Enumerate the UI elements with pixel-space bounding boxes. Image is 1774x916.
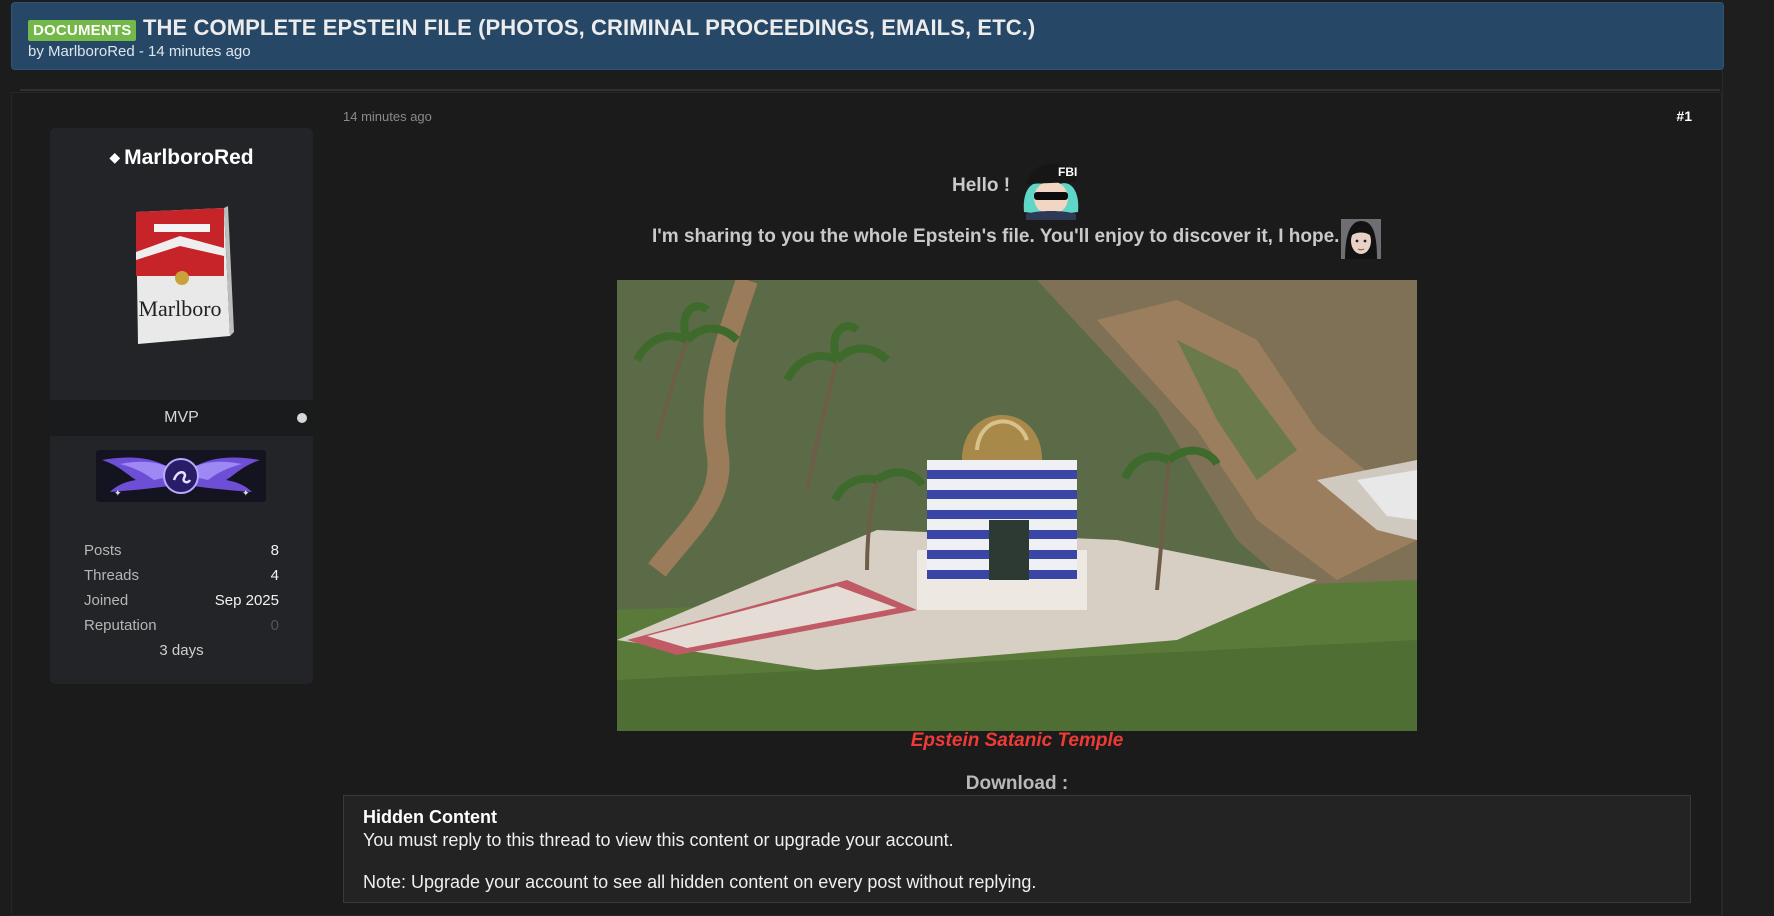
page-side-strip [1722, 0, 1774, 916]
stat-row-posts: Posts 8 [84, 538, 279, 563]
hidden-content-title: Hidden Content [363, 807, 497, 827]
thread-header: DOCUMENTS THE COMPLETE EPSTEIN FILE (PHO… [11, 2, 1724, 70]
photo-caption: Epstein Satanic Temple [910, 730, 1124, 751]
user-stats-list: Posts 8 Threads 4 Joined Sep 2025 Reputa… [84, 538, 279, 663]
rank-emblem: ✦ ✦ [96, 450, 266, 502]
post-timestamp[interactable]: 14 minutes ago [343, 109, 432, 124]
stat-value: 4 [270, 567, 279, 584]
stat-label: Joined [84, 592, 129, 609]
svg-text:✦: ✦ [114, 489, 122, 499]
hidden-content-box: Hidden Content You must reply to this th… [343, 795, 1691, 903]
hidden-content-note: Note: Upgrade your account to see all hi… [363, 872, 1037, 892]
post-number-link[interactable]: #1 [1660, 108, 1692, 124]
diamond-icon: ◆ [109, 149, 121, 165]
online-status-dot [297, 413, 307, 423]
stat-row-threads: Threads 4 [84, 563, 279, 588]
stat-value: Sep 2025 [214, 592, 279, 609]
post-greeting: Hello ! [952, 175, 1011, 196]
svg-text:FBI: FBI [1058, 165, 1077, 179]
stat-row-joined: Joined Sep 2025 [84, 588, 279, 613]
svg-text:✦: ✦ [242, 489, 250, 499]
stat-value: 0 [270, 617, 279, 634]
thread-meta: by MarlboroRed - 14 minutes ago [28, 43, 251, 60]
avatar[interactable]: Marlboro [126, 206, 236, 348]
svg-text:Marlboro: Marlboro [138, 296, 221, 321]
user-rank-bar: MVP [50, 400, 313, 436]
thread-title: THE COMPLETE EPSTEIN FILE (PHOTOS, CRIMI… [143, 15, 1036, 40]
stat-label: Threads [84, 567, 140, 584]
hidden-content-message: You must reply to this thread to view th… [363, 830, 954, 850]
divider [20, 89, 1720, 91]
fbi-emoji: FBI [1023, 163, 1079, 220]
post-intro-text: I'm sharing to you the whole Epstein's f… [652, 226, 1340, 247]
stat-row-reputation: Reputation 0 [84, 613, 279, 638]
download-label: Download : [965, 773, 1069, 794]
user-rank: MVP [164, 409, 199, 426]
face-emoji [1341, 219, 1381, 259]
username-text: MarlboroRed [124, 146, 254, 169]
stat-extra: 3 days [159, 642, 204, 659]
username-link[interactable]: ◆ MarlboroRed [50, 146, 313, 170]
stat-value: 8 [270, 542, 279, 559]
stat-label: Reputation [84, 617, 157, 634]
thread-prefix-badge[interactable]: DOCUMENTS [28, 20, 137, 41]
island-temple-photo[interactable] [617, 280, 1417, 731]
stat-label: Posts [84, 542, 122, 559]
